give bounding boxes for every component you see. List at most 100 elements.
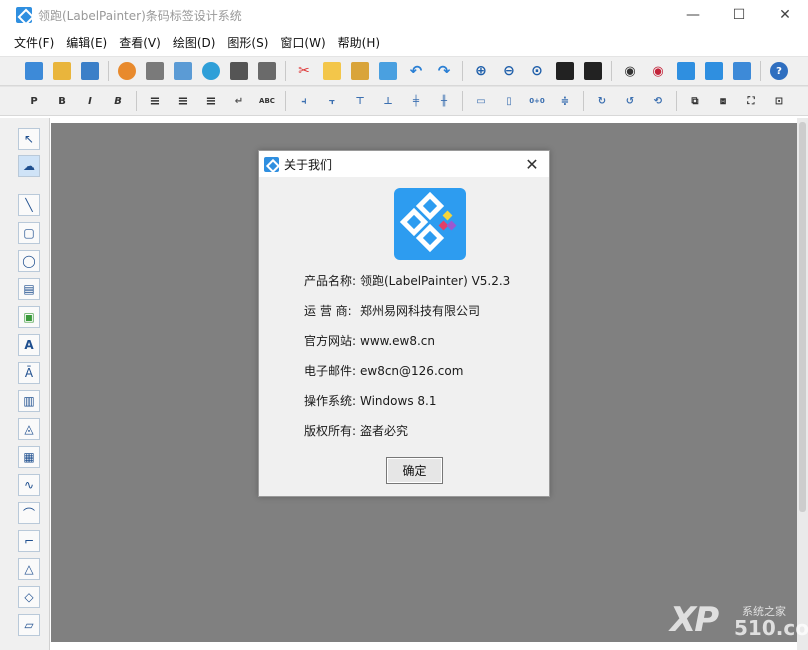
menu-file[interactable]: 文件(F) [8, 34, 60, 51]
paste-icon[interactable] [351, 62, 369, 80]
close-button[interactable]: ✕ [762, 0, 808, 30]
menu-draw[interactable]: 绘图(D) [167, 34, 222, 51]
outline-text-tool-icon[interactable]: Ā [18, 362, 40, 384]
ok-button[interactable]: 确定 [386, 457, 443, 484]
window-title: 领跑(LabelPainter)条码标签设计系统 [38, 8, 242, 23]
rotate-270-icon[interactable]: ⟲ [649, 92, 667, 110]
bold-button[interactable]: B [53, 92, 71, 110]
zoom-icon[interactable]: ⊙ [528, 62, 546, 80]
battery-icon[interactable] [258, 62, 276, 80]
italic-button[interactable]: I [81, 92, 99, 110]
menu-edit[interactable]: 编辑(E) [60, 34, 113, 51]
menu-help[interactable]: 帮助(H) [332, 34, 386, 51]
parallelogram-tool-icon[interactable]: ▱ [18, 614, 40, 636]
rotate-90-icon[interactable]: ↻ [593, 92, 611, 110]
zoom-out-icon[interactable]: ⊖ [500, 62, 518, 80]
info-value: ew8cn@126.com [360, 364, 464, 378]
toolbar-separator [760, 61, 761, 81]
ungroup-icon[interactable]: ⧈ [714, 92, 732, 110]
pan-tool-icon[interactable]: ☁ [18, 155, 40, 177]
select-pointer-icon[interactable]: ↖ [18, 128, 40, 150]
font-p-button[interactable]: P [25, 92, 43, 110]
qrcode-tool-icon[interactable]: ▦ [18, 446, 40, 468]
print-icon[interactable] [146, 62, 164, 80]
bold-italic-button[interactable]: B [109, 92, 127, 110]
grid-icon[interactable] [230, 62, 248, 80]
toolbar-separator [462, 61, 463, 81]
polyline-tool-icon[interactable]: ⌐ [18, 530, 40, 552]
line-tool-icon[interactable]: ╲ [18, 194, 40, 216]
transform-icon[interactable]: ⊡ [770, 92, 788, 110]
eye-red-icon[interactable]: ◉ [649, 62, 667, 80]
help-icon[interactable]: ? [770, 62, 788, 80]
toolbar-separator [462, 91, 463, 111]
minimize-button[interactable]: — [670, 0, 716, 30]
align-left-icon[interactable]: ≡ [146, 92, 164, 110]
align-right-icon[interactable]: ≡ [202, 92, 220, 110]
properties-icon[interactable] [733, 62, 751, 80]
align-right-edges-icon[interactable]: ⫟ [323, 92, 341, 110]
barcode-tool-icon[interactable]: ▥ [18, 390, 40, 412]
print-preview-icon[interactable] [174, 62, 192, 80]
fit-page-icon[interactable] [556, 62, 574, 80]
rounded-rect-tool-icon[interactable]: ▢ [18, 222, 40, 244]
layer-up-icon[interactable] [677, 62, 695, 80]
maximize-button[interactable]: ☐ [716, 0, 762, 30]
group-icon[interactable]: ⧉ [686, 92, 704, 110]
app-logo-icon [16, 7, 32, 23]
center-horizontal-icon[interactable]: ╪ [407, 92, 425, 110]
preview-eye-icon[interactable]: ◉ [621, 62, 639, 80]
settings-icon[interactable] [118, 62, 136, 80]
rotate-180-icon[interactable]: ↺ [621, 92, 639, 110]
zoom-in-icon[interactable]: ⊕ [472, 62, 490, 80]
center-vertical-icon[interactable]: ╫ [435, 92, 453, 110]
title-bar: 领跑(LabelPainter)条码标签设计系统 — ☐ ✕ [0, 0, 808, 30]
toolbar-separator [285, 61, 286, 81]
actual-size-icon[interactable] [584, 62, 602, 80]
dialog-title: 关于我们 [284, 157, 333, 172]
redo-icon[interactable]: ↷ [435, 62, 453, 80]
new-file-icon[interactable] [25, 62, 43, 80]
product-logo-icon [394, 188, 466, 260]
image-tool-icon[interactable]: ▣ [18, 306, 40, 328]
scrollbar-thumb[interactable] [799, 122, 806, 512]
info-row-product: 产品名称: 领跑(LabelPainter) V5.2.3 [304, 272, 510, 289]
info-label: 操作系统: [304, 394, 357, 408]
open-folder-icon[interactable] [53, 62, 71, 80]
info-row-website: 官方网站: www.ew8.cn [304, 332, 435, 349]
undo-icon[interactable]: ↶ [407, 62, 425, 80]
vertical-spacing-icon[interactable]: ≑ [556, 92, 574, 110]
align-center-icon[interactable]: ≡ [174, 92, 192, 110]
info-row-operator: 运 营 商: 郑州易网科技有限公司 [304, 302, 480, 319]
layer-down-icon[interactable] [705, 62, 723, 80]
save-icon[interactable] [81, 62, 99, 80]
dialog-close-button[interactable]: ✕ [521, 153, 543, 175]
align-objects-icon[interactable] [379, 62, 397, 80]
text-tool-icon[interactable]: A [18, 334, 40, 356]
curve-tool-icon[interactable]: ∿ [18, 474, 40, 496]
align-top-edges-icon[interactable]: ⊤ [351, 92, 369, 110]
cut-icon[interactable]: ✂ [295, 62, 313, 80]
copy-icon[interactable] [323, 62, 341, 80]
same-height-icon[interactable]: ▯ [500, 92, 518, 110]
shape-tool-icon[interactable]: ◬ [18, 418, 40, 440]
select-frame-icon[interactable]: ⛶ [742, 92, 760, 110]
text-wrap-icon[interactable]: ↵ [230, 92, 248, 110]
align-bottom-edges-icon[interactable]: ⊥ [379, 92, 397, 110]
abc-button[interactable]: ABC [258, 92, 276, 110]
same-width-icon[interactable]: ▭ [472, 92, 490, 110]
database-icon[interactable] [202, 62, 220, 80]
diamond-tool-icon[interactable]: ◇ [18, 586, 40, 608]
tool-palette: ↖ ☁ ╲ ▢ ◯ ▤ ▣ A Ā ▥ ◬ ▦ ∿ ⌒ ⌐ △ ◇ ▱ [0, 118, 50, 650]
toolbar-separator [611, 61, 612, 81]
spacing-button[interactable]: 0+0 [528, 92, 546, 110]
ellipse-tool-icon[interactable]: ◯ [18, 250, 40, 272]
triangle-tool-icon[interactable]: △ [18, 558, 40, 580]
menu-view[interactable]: 查看(V) [113, 34, 167, 51]
text-box-tool-icon[interactable]: ▤ [18, 278, 40, 300]
menu-shape[interactable]: 图形(S) [221, 34, 274, 51]
align-left-edges-icon[interactable]: ⫞ [295, 92, 313, 110]
menu-window[interactable]: 窗口(W) [274, 34, 331, 51]
vertical-scrollbar[interactable] [797, 118, 808, 650]
arc-tool-icon[interactable]: ⌒ [18, 502, 40, 524]
